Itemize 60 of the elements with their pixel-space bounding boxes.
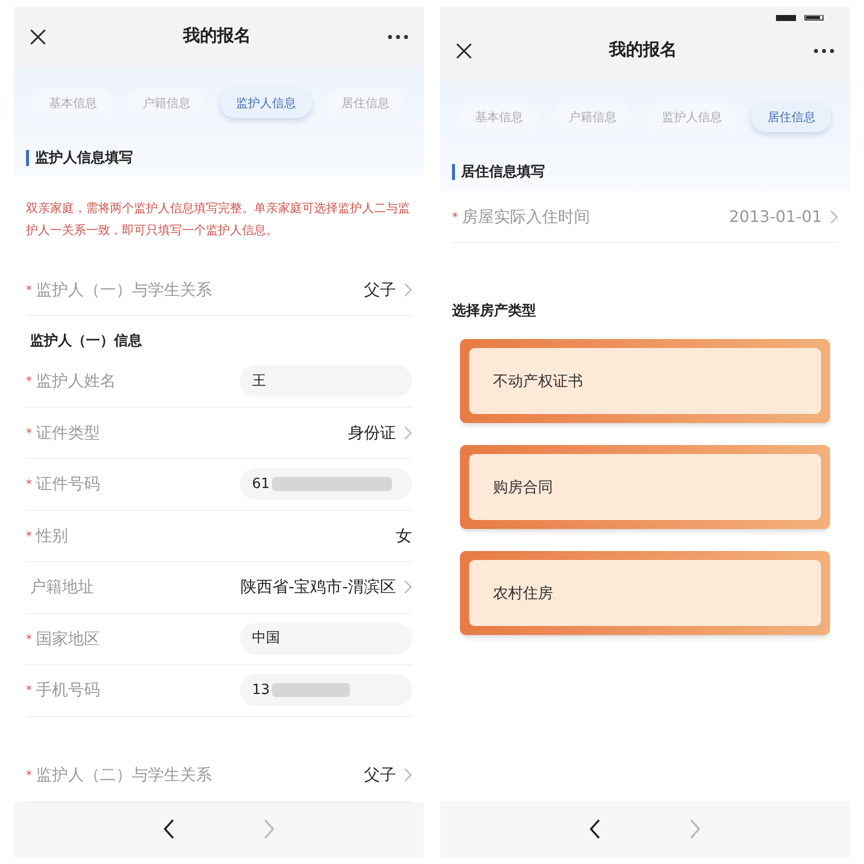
field-label: 证件号码 [36, 473, 100, 496]
chevron-right-icon [830, 210, 838, 224]
field-label: 监护人（二）与学生关系 [36, 764, 212, 786]
required-asterisk: * [26, 476, 32, 492]
input-field[interactable]: 中国 [240, 622, 412, 655]
notice-text: 双亲家庭，需将两个监护人信息填写完整。单亲家庭可选择监护人二与监护人一关系一致，即可只填写一个监护人信息。 [26, 200, 411, 239]
field-label: 监护人姓名 [36, 370, 116, 392]
required-asterisk: * [26, 682, 32, 698]
field-label: 性别 [36, 524, 68, 547]
subsection-title: 监护人（一）信息 [30, 332, 142, 352]
field-label: 证件类型 [36, 422, 100, 444]
chevron-right-icon [404, 283, 412, 298]
required-asterisk: * [26, 630, 32, 647]
field-label: 房屋实际入住时间 [462, 206, 590, 228]
field-value: 女 [396, 524, 412, 547]
field-label: 监护人（一）与学生关系 [36, 279, 212, 302]
form-row[interactable]: * 证件类型 身份证 [26, 408, 412, 460]
section-marker [26, 150, 29, 166]
form-row[interactable]: * 房屋实际入住时间 2013-01-01 [452, 191, 838, 243]
subsection-title: 选择房产类型 [452, 302, 536, 320]
close-icon[interactable] [30, 29, 46, 45]
input-field[interactable]: 13 [240, 674, 412, 706]
form-row[interactable]: * 监护人（一）与学生关系 父子 [26, 265, 412, 316]
back-icon[interactable] [589, 819, 601, 839]
chevron-right-icon [404, 768, 412, 782]
chevron-right-icon [404, 426, 412, 440]
battery-icon [804, 15, 826, 21]
required-asterisk: * [452, 208, 458, 224]
tab[interactable]: 监护人信息 [220, 88, 312, 118]
field-value: 身份证 [348, 422, 396, 444]
required-asterisk: * [26, 373, 32, 390]
required-asterisk: * [26, 424, 32, 441]
more-icon[interactable] [388, 35, 408, 39]
input-field[interactable]: 王 [240, 365, 412, 398]
field-value: 父子 [364, 764, 396, 786]
property-option[interactable]: 农村住房 [460, 551, 830, 635]
field-label: 手机号码 [36, 679, 100, 702]
input-field[interactable]: 61 [240, 468, 412, 500]
field-value: 2013-01-01 [729, 206, 822, 228]
field-label: 国家地区 [36, 628, 100, 650]
required-asterisk: * [26, 282, 32, 298]
section-marker [452, 164, 455, 180]
required-asterisk: * [26, 528, 32, 544]
page-title: 我的报名 [182, 25, 252, 48]
field-label: 户籍地址 [30, 576, 94, 598]
field-value: 陕西省-宝鸡市-渭滨区 [240, 576, 396, 598]
chevron-right-icon [404, 580, 412, 594]
back-icon[interactable] [163, 819, 175, 840]
page-title: 我的报名 [608, 39, 678, 62]
property-option[interactable]: 购房合同 [460, 445, 830, 529]
field-value: 父子 [364, 279, 396, 302]
required-asterisk: * [26, 767, 32, 784]
tab[interactable]: 居住信息 [751, 102, 832, 132]
form-row[interactable]: 户籍地址 陕西省-宝鸡市-渭滨区 [26, 562, 412, 614]
signal-icon [776, 15, 796, 21]
close-icon[interactable] [456, 43, 472, 59]
property-option[interactable]: 不动产权证书 [460, 339, 830, 423]
section-title: 居住信息填写 [461, 162, 545, 182]
section-title: 监护人信息填写 [35, 148, 133, 168]
more-icon[interactable] [814, 49, 834, 53]
